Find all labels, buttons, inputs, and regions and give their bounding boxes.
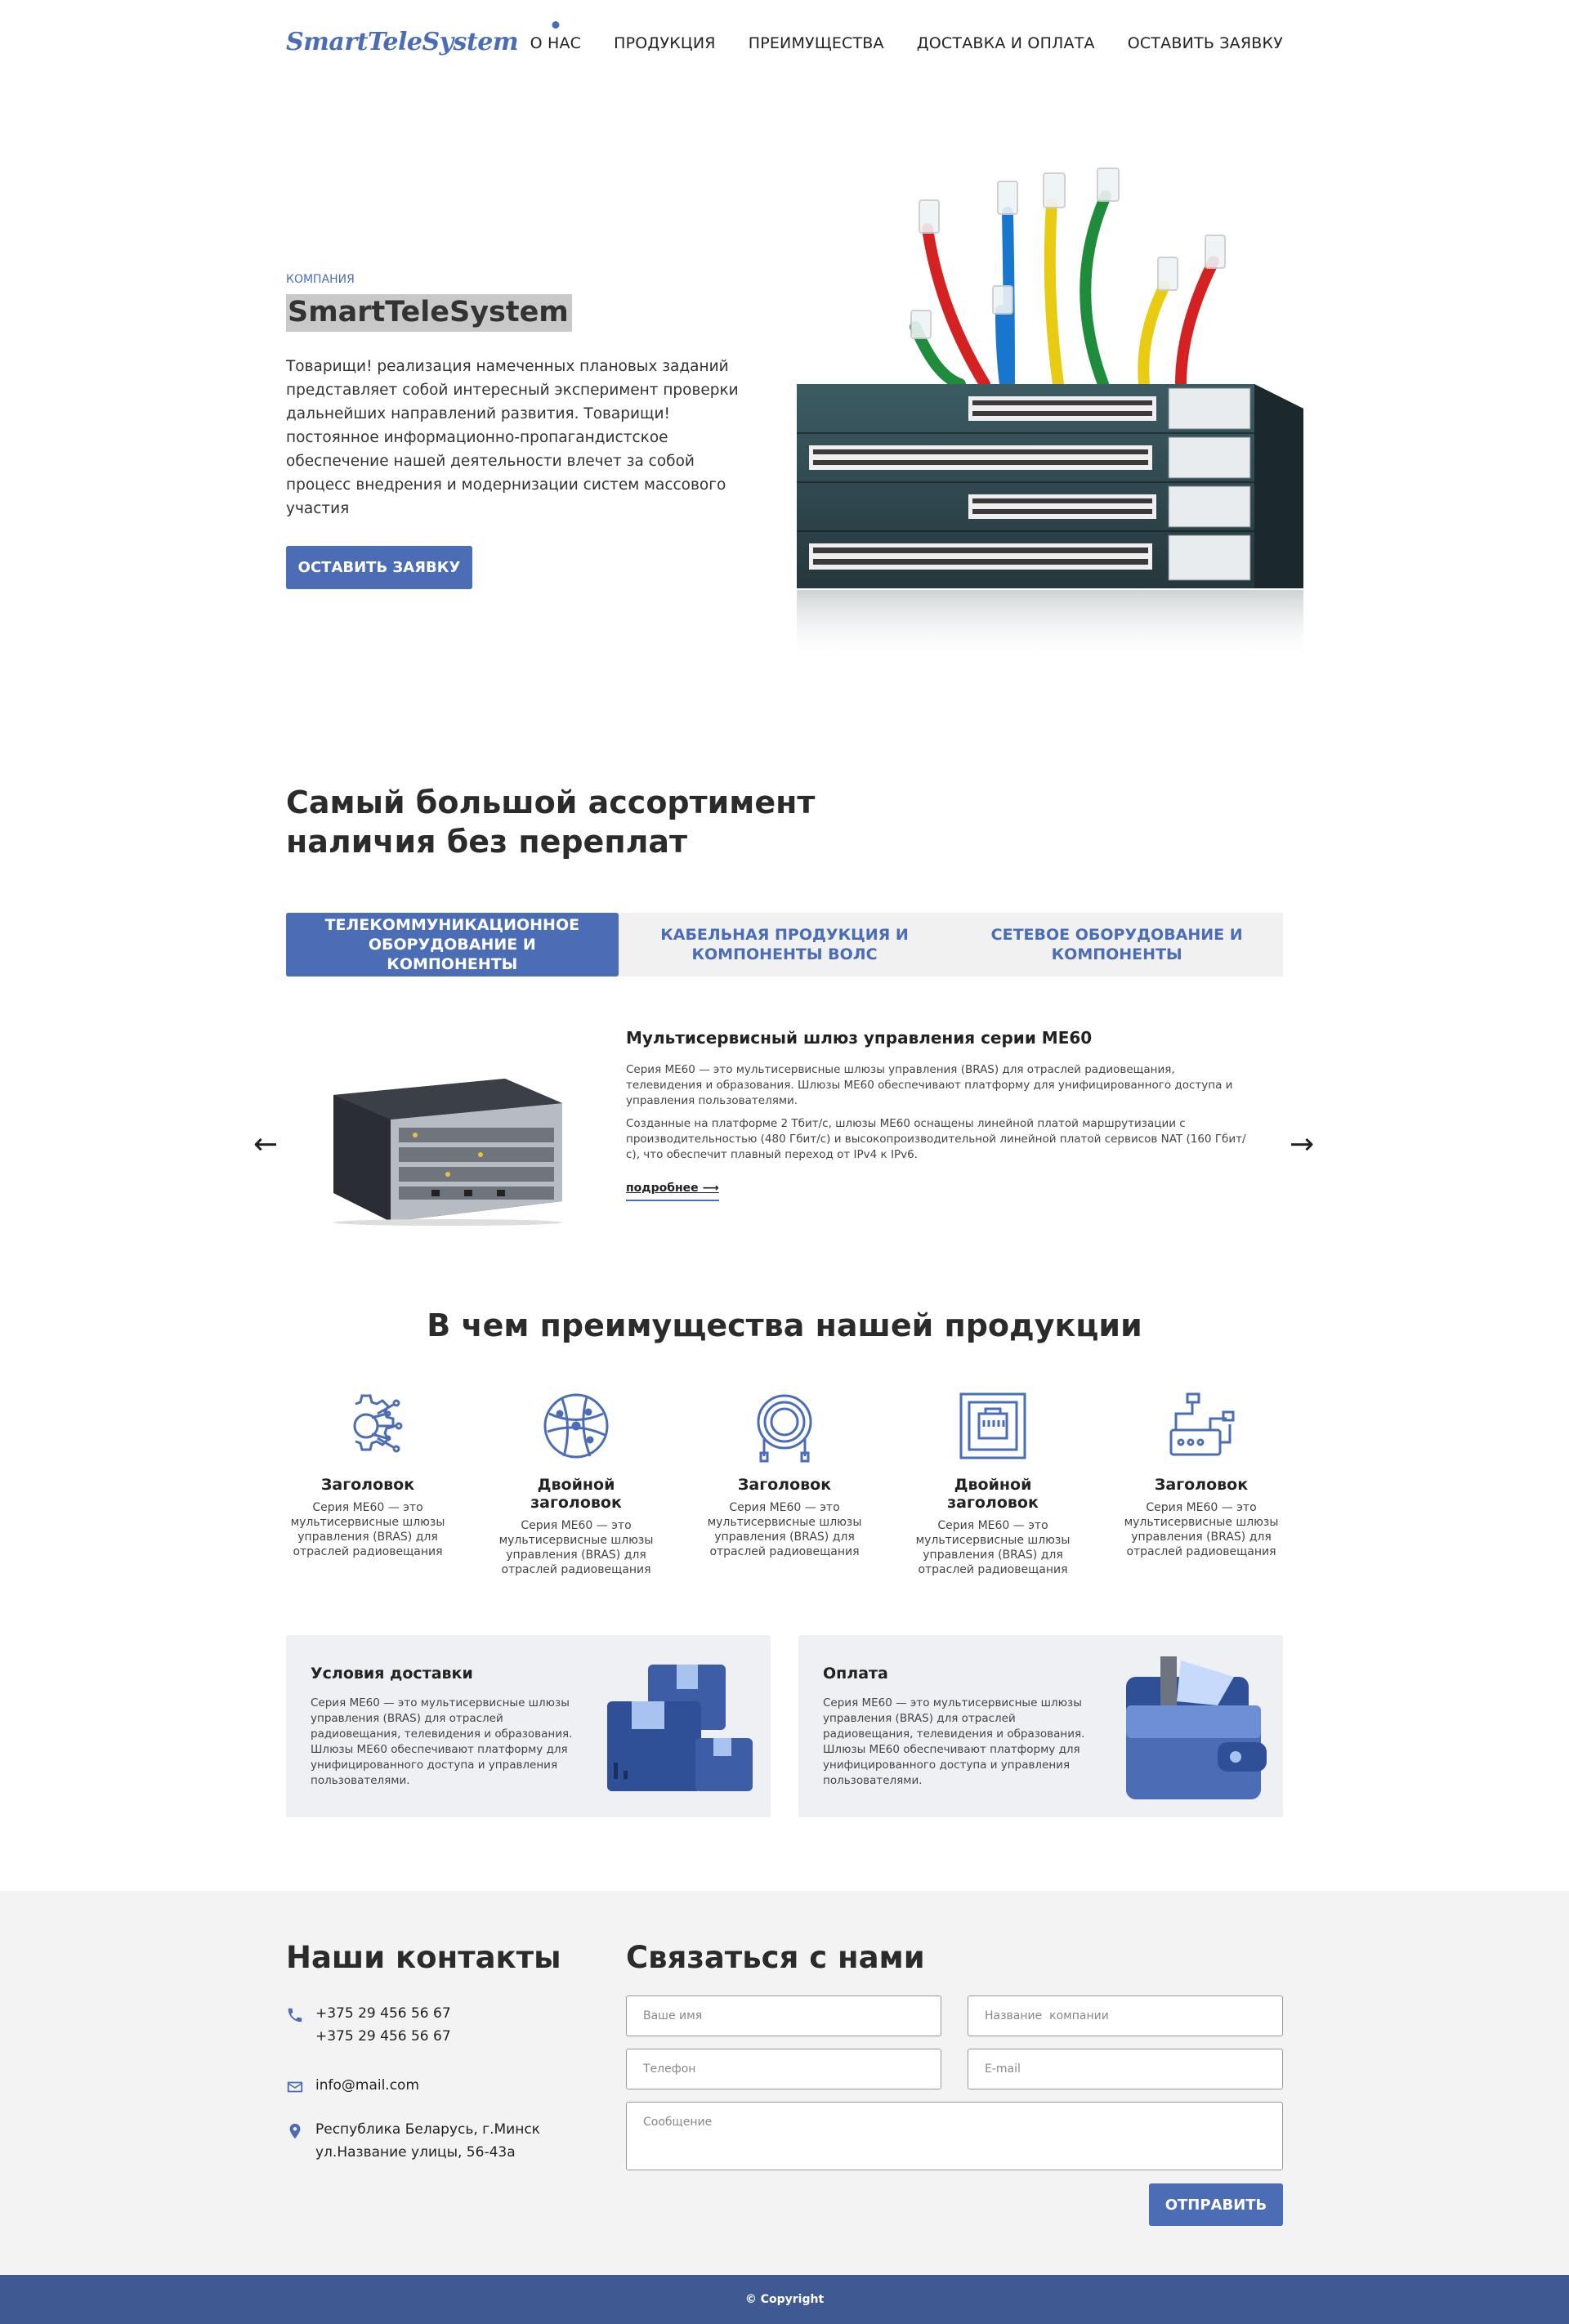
router-icon xyxy=(1169,1392,1235,1456)
carousel-next-arrow-icon[interactable]: → xyxy=(1290,1128,1314,1161)
hero-title: SmartTeleSystem xyxy=(286,294,572,332)
copyright-text: © Copyright xyxy=(744,2293,825,2306)
advantage-item: Двойной заголовок Серия ME60 — это мульт… xyxy=(911,1389,1075,1577)
delivery-title: Условия доставки xyxy=(311,1665,473,1683)
message-textarea[interactable] xyxy=(626,2102,1283,2170)
payment-title: Оплата xyxy=(823,1665,888,1683)
arrow-right-icon: ⟶ xyxy=(702,1182,719,1195)
boxes-icon xyxy=(607,1665,753,1791)
contacts-title: Наши контакты xyxy=(286,1940,561,1975)
phone-number[interactable]: +375 29 456 56 67 xyxy=(315,2002,451,2025)
product-description-p1: Серия ME60 — это мультисервисные шлюзы у… xyxy=(626,1063,1233,1107)
advantage-title: Заголовок xyxy=(1154,1476,1249,1494)
assortment-title: Самый большой ассортимент наличия без пе… xyxy=(286,784,816,860)
advantage-text: Серия ME60 — это мультисервисные шлюзы у… xyxy=(915,1519,1071,1576)
footer: © Copyright xyxy=(0,2275,1569,2324)
advantage-text: Серия ME60 — это мультисервисные шлюзы у… xyxy=(498,1519,654,1576)
wallet-icon xyxy=(1126,1656,1267,1799)
hero-text: Товарищи! реализация намеченных плановых… xyxy=(286,358,739,517)
globe-network-icon xyxy=(543,1393,609,1459)
company-input[interactable] xyxy=(968,1996,1283,2036)
product-tabs: ТЕЛЕКОММУНИКАЦИОННОЕ ОБОРУДОВАНИЕ И КОМП… xyxy=(286,913,1283,977)
nav-advantages[interactable]: ПРЕИМУЩЕСТВА xyxy=(749,34,884,52)
advantage-item: Заголовок Серия ME60 — это мультисервисн… xyxy=(286,1389,449,1577)
product-description-p2: Созданные на платформе 2 Тбит/с, шлюзы M… xyxy=(626,1117,1246,1161)
advantages-list: Заголовок Серия ME60 — это мультисервисн… xyxy=(286,1389,1283,1577)
phone-icon xyxy=(288,2008,302,2022)
advantage-item: Заголовок Серия ME60 — это мультисервисн… xyxy=(703,1389,866,1577)
carousel-prev-arrow-icon[interactable]: ← xyxy=(253,1128,278,1161)
me60-gateway-image xyxy=(333,1079,562,1226)
phone-number[interactable]: +375 29 456 56 67 xyxy=(315,2025,451,2048)
tab-telecom[interactable]: ТЕЛЕКОММУНИКАЦИОННОЕ ОБОРУДОВАНИЕ И КОМП… xyxy=(286,913,619,977)
advantage-title: Двойной заголовок xyxy=(947,1476,1039,1512)
advantage-text: Серия ME60 — это мультисервисные шлюзы у… xyxy=(707,1501,862,1558)
advantage-title: Двойной заголовок xyxy=(530,1476,622,1512)
address-line: Республика Беларусь, г.Минск xyxy=(315,2121,540,2138)
delivery-card: Условия доставки Серия ME60 — это мульти… xyxy=(286,1635,771,1817)
hero-request-button[interactable]: ОСТАВИТЬ ЗАЯВКУ xyxy=(286,546,472,589)
contact-address: Республика Беларусь, г.Минск ул.Название… xyxy=(286,2118,540,2164)
product-title: Мультисервисный шлюз управления серии МЕ… xyxy=(626,1028,1093,1048)
cable-coil-icon xyxy=(757,1394,812,1463)
gear-network-icon xyxy=(353,1394,403,1453)
advantage-title: Заголовок xyxy=(737,1476,832,1494)
product-more-link[interactable]: подробнее ⟶ xyxy=(626,1182,719,1201)
payment-text: Серия ME60 — это мультисервисные шлюзы у… xyxy=(823,1696,1085,1787)
nav-request[interactable]: ОСТАВИТЬ ЗАЯВКУ xyxy=(1128,34,1283,52)
nav-about[interactable]: О НАС xyxy=(530,34,582,52)
advantages-title: В чем преимущества нашей продукции xyxy=(427,1307,1142,1343)
product-more-label: подробнее xyxy=(626,1182,699,1195)
hero-tag: КОМПАНИЯ xyxy=(286,273,355,286)
advantage-text: Серия ME60 — это мультисервисные шлюзы у… xyxy=(1124,1501,1279,1558)
contact-phones: +375 29 456 56 67 +375 29 456 56 67 xyxy=(286,2002,451,2048)
email-address[interactable]: info@mail.com xyxy=(315,2074,419,2097)
form-title: Связаться с нами xyxy=(626,1940,925,1975)
mail-icon xyxy=(287,2081,303,2093)
main-nav: О НАС ПРОДУКЦИЯ ПРЕИМУЩЕСТВА ДОСТАВКА И … xyxy=(530,34,1283,52)
advantage-item: Заголовок Серия ME60 — это мультисервисн… xyxy=(1120,1389,1283,1577)
location-pin-icon xyxy=(289,2123,301,2139)
payment-card: Оплата Серия ME60 — это мультисервисные … xyxy=(798,1635,1283,1817)
email-input[interactable] xyxy=(968,2049,1283,2089)
network-switch-image xyxy=(797,168,1303,664)
nav-delivery[interactable]: ДОСТАВКА И ОПЛАТА xyxy=(917,34,1095,52)
ethernet-port-icon xyxy=(959,1392,1026,1459)
tab-network[interactable]: СЕТЕВОЕ ОБОРУДОВАНИЕ И КОМПОНЕНТЫ xyxy=(950,913,1283,977)
name-input[interactable] xyxy=(626,1996,941,2036)
tab-cable[interactable]: КАБЕЛЬНАЯ ПРОДУКЦИЯ И КОМПОНЕНТЫ ВОЛС xyxy=(619,913,951,977)
advantage-title: Заголовок xyxy=(320,1476,415,1494)
advantage-text: Серия ME60 — это мультисервисные шлюзы у… xyxy=(290,1501,445,1558)
phone-input[interactable] xyxy=(626,2049,941,2089)
delivery-text: Серия ME60 — это мультисервисные шлюзы у… xyxy=(311,1696,573,1787)
site-logo[interactable]: SmartTeleSystem xyxy=(286,28,519,56)
advantage-item: Двойной заголовок Серия ME60 — это мульт… xyxy=(494,1389,658,1577)
submit-button[interactable]: ОТПРАВИТЬ xyxy=(1149,2183,1283,2226)
contact-email: info@mail.com xyxy=(286,2074,419,2097)
nav-products[interactable]: ПРОДУКЦИЯ xyxy=(614,34,716,52)
address-line: ул.Название улицы, 56-43а xyxy=(315,2144,516,2161)
product-description: Серия ME60 — это мультисервисные шлюзы у… xyxy=(626,1062,1247,1170)
